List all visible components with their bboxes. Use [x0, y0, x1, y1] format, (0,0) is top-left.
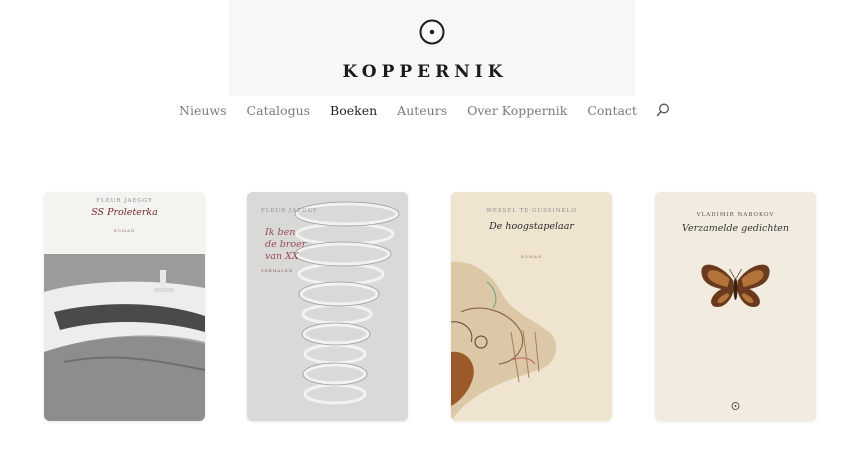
nav-item-auteurs[interactable]: Auteurs [397, 103, 447, 118]
circle-dot-logo-icon [419, 19, 445, 45]
nav-item-catalogus[interactable]: Catalogus [247, 103, 310, 118]
book-card-verzamelde-gedichten[interactable]: VLADIMIR NABOKOV Verzamelde gedichten [655, 192, 816, 421]
site-logo[interactable]: KOPPERNIK [0, 0, 850, 96]
book-author: FLEUR JAEGGY [96, 198, 153, 204]
book-card-de-hoogstapelaar[interactable]: WESSEL TE GUSSINKLO De hoogstapelaar ROM… [451, 192, 612, 421]
book-card-ik-ben-de-broer-van-xx[interactable]: FLEUR JAEGGY Ik ben de broer van XX VERH… [247, 192, 408, 421]
book-title: Ik ben de broer van XX [265, 227, 307, 262]
book-title: Verzamelde gedichten [681, 223, 790, 234]
main-nav: Nieuws Catalogus Boeken Auteurs Over Kop… [0, 100, 850, 120]
brand-name: KOPPERNIK [342, 62, 508, 82]
book-subtitle: VERHALEN [261, 268, 294, 273]
book-subtitle: ROMAN [520, 254, 543, 259]
book-title: SS Proleterka [91, 207, 158, 218]
nav-item-nieuws[interactable]: Nieuws [179, 103, 227, 118]
book-title: De hoogstapelaar [489, 221, 574, 232]
book-subtitle: ROMAN [113, 228, 136, 233]
book-author: FLEUR JAEGGY [261, 208, 318, 214]
search-icon[interactable] [655, 102, 671, 118]
book-author: WESSEL TE GUSSINKLO [486, 208, 577, 214]
book-card-ss-proleterka[interactable]: FLEUR JAEGGY SS Proleterka ROMAN [44, 192, 205, 421]
nav-item-contact[interactable]: Contact [587, 103, 637, 118]
ship-cover-art [44, 192, 205, 421]
nav-item-over-koppernik[interactable]: Over Koppernik [467, 103, 567, 118]
book-author: VLADIMIR NABOKOV [696, 212, 775, 218]
nav-item-boeken[interactable]: Boeken [330, 103, 377, 118]
